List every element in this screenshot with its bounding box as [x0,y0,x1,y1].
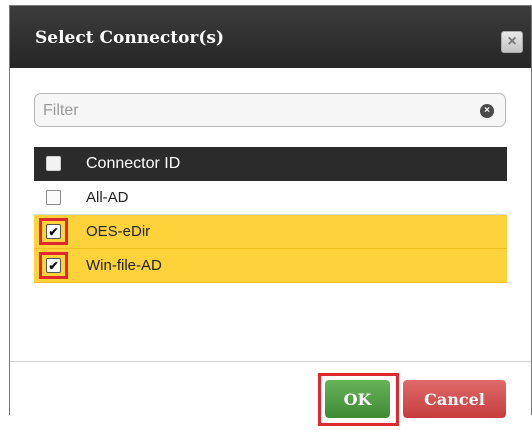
connector-id: Win-file-AD [86,257,162,274]
dialog-title: Select Connector(s) [35,28,225,48]
dialog-titlebar: Select Connector(s) × [10,6,531,68]
connector-id: OES-eDir [86,223,151,240]
ok-button[interactable]: OK [325,380,390,418]
row-checkbox[interactable]: ✔ [46,224,61,239]
filter-field: × [34,93,506,127]
select-connectors-dialog: Select Connector(s) × × Connector ID All… [9,5,532,426]
footer-divider [10,361,531,362]
connector-table: Connector ID All-AD ✔ OES-eDir ✔ Win-fil… [34,147,507,283]
cancel-button[interactable]: Cancel [403,380,506,418]
row-checkbox[interactable] [46,190,61,205]
table-header: Connector ID [34,147,507,181]
column-header-connector-id: Connector ID [86,155,181,172]
select-all-checkbox[interactable] [46,156,61,171]
table-row[interactable]: ✔ Win-file-AD [34,249,507,283]
row-checkbox[interactable]: ✔ [46,258,61,273]
table-row[interactable]: ✔ OES-eDir [34,215,507,249]
filter-input[interactable] [41,99,465,123]
close-icon[interactable]: × [501,31,523,53]
connector-id: All-AD [86,189,129,206]
clear-filter-icon[interactable]: × [480,104,494,118]
table-row[interactable]: All-AD [34,181,507,215]
